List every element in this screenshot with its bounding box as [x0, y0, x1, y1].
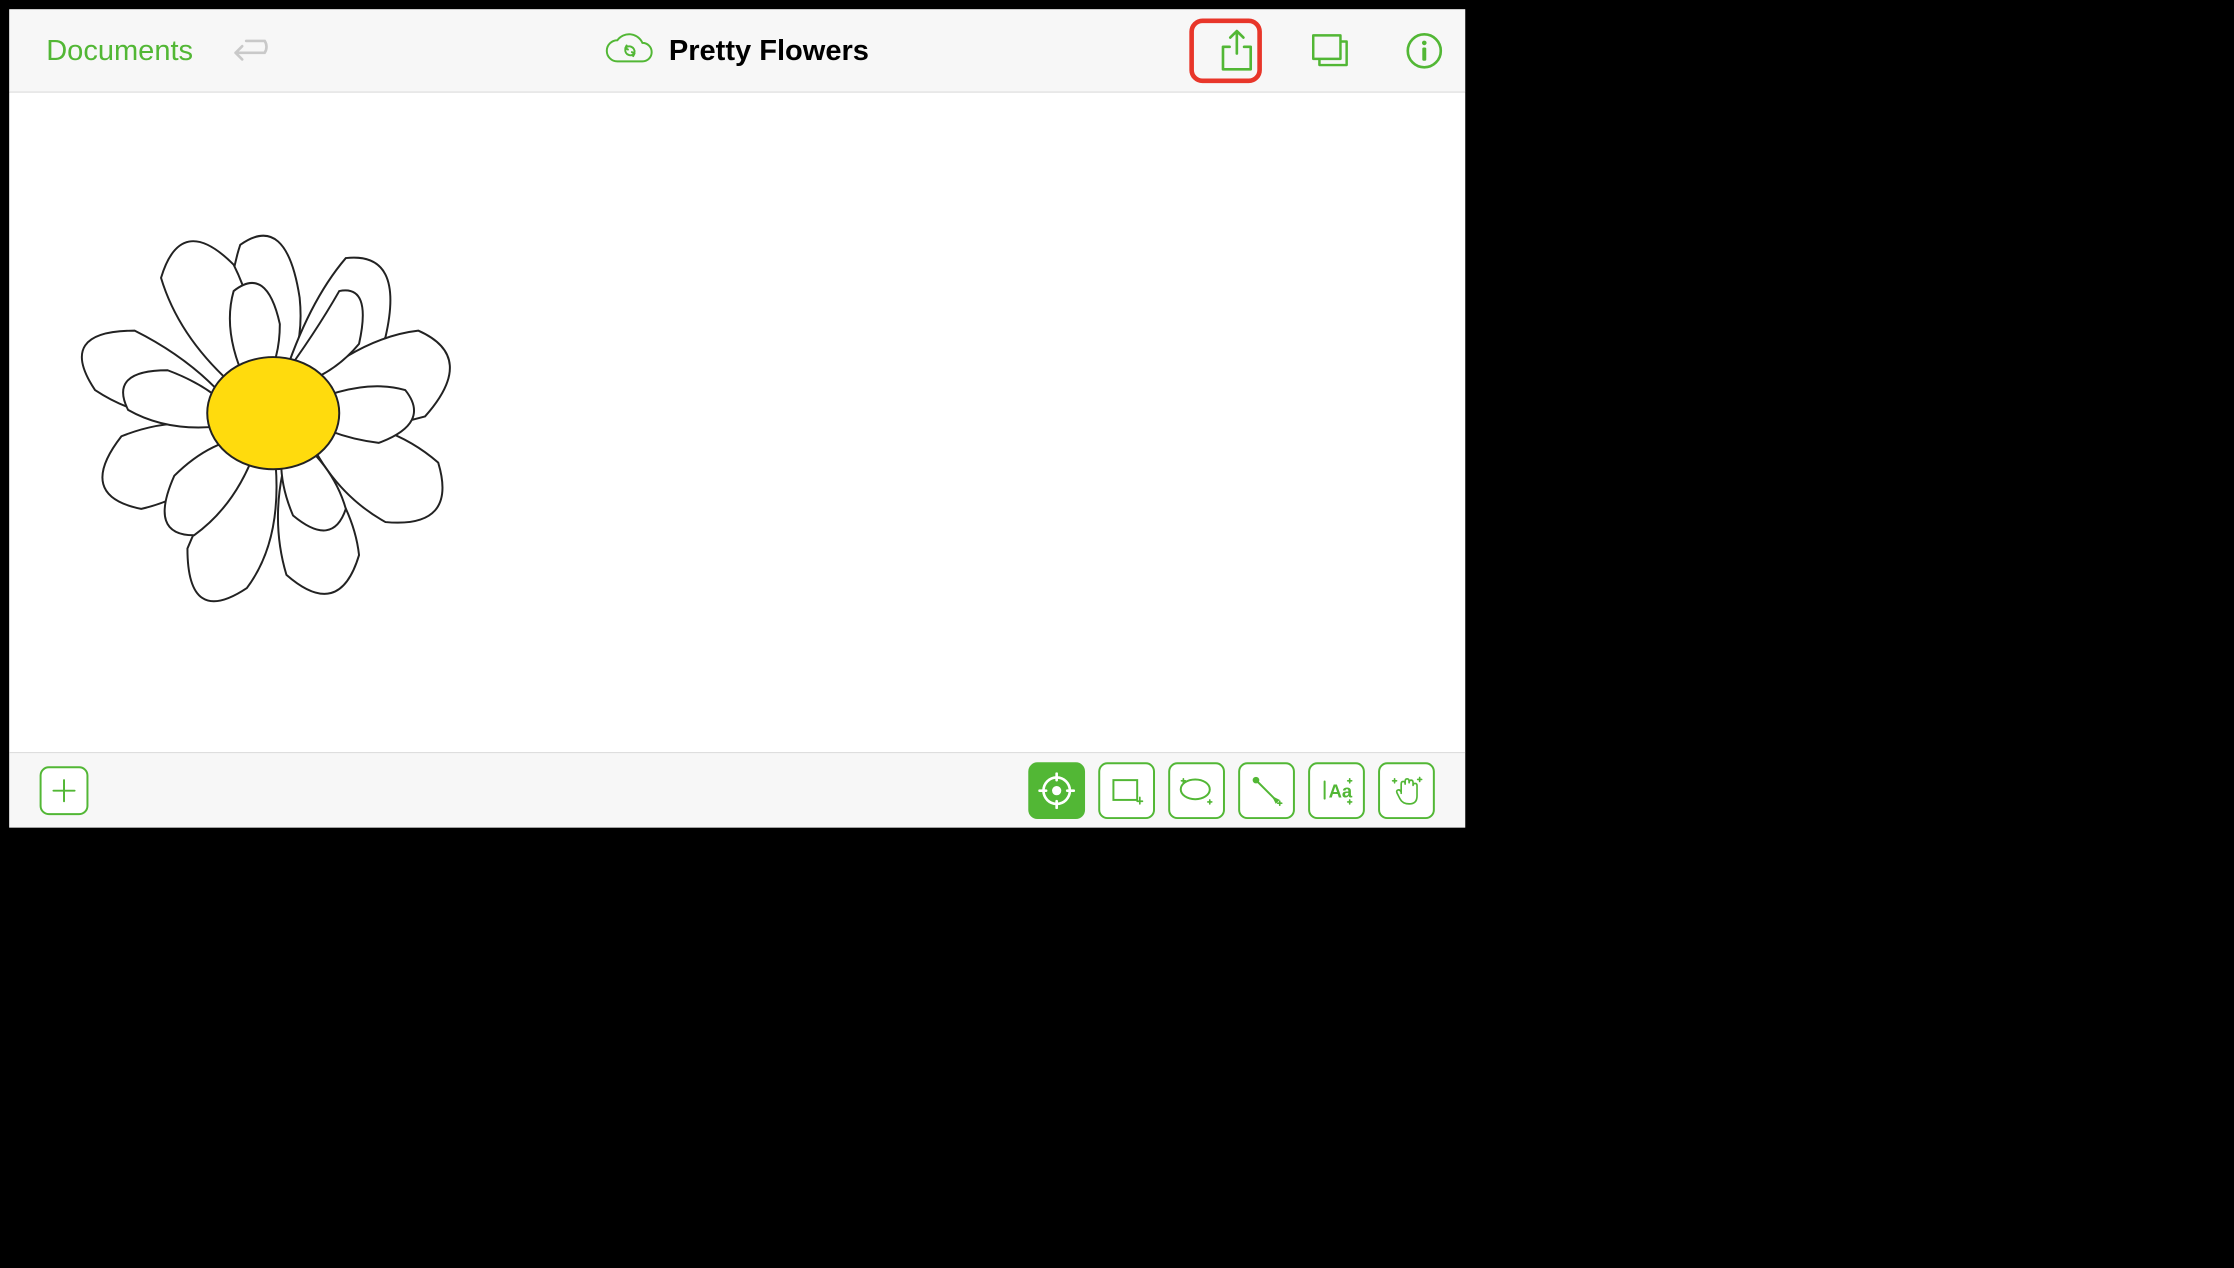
bottom-toolbar: Aa: [9, 752, 1465, 827]
line-tool-button[interactable]: [1238, 762, 1295, 819]
rectangle-icon: [1108, 772, 1145, 809]
info-button[interactable]: [1404, 31, 1444, 71]
toolbar-right-group: [1217, 31, 1444, 71]
documents-button[interactable]: Documents: [46, 34, 193, 67]
share-button[interactable]: [1217, 31, 1257, 71]
line-icon: [1248, 772, 1285, 809]
crosshair-icon: [1038, 772, 1075, 809]
bottom-left-group: [40, 766, 89, 815]
flower-drawing[interactable]: [29, 179, 531, 658]
add-button[interactable]: [40, 766, 89, 815]
text-tool-button[interactable]: Aa: [1308, 762, 1365, 819]
ellipse-tool-button[interactable]: [1168, 762, 1225, 819]
share-icon: [1219, 28, 1255, 73]
hand-tool-button[interactable]: [1378, 762, 1435, 819]
cloud-sync-icon[interactable]: [605, 27, 653, 75]
info-icon: [1406, 32, 1443, 69]
plus-icon: [50, 776, 79, 805]
canvases-button[interactable]: [1311, 31, 1351, 71]
ellipse-icon: [1177, 772, 1217, 809]
target-tool-button[interactable]: [1028, 762, 1085, 819]
document-title[interactable]: Pretty Flowers: [669, 34, 869, 67]
canvas-area[interactable]: [9, 93, 1465, 752]
canvases-icon: [1311, 31, 1351, 69]
toolbar-center-group: Pretty Flowers: [605, 27, 868, 75]
bottom-right-group: Aa: [1028, 762, 1435, 819]
top-toolbar: Documents Pretty Flowers: [9, 9, 1465, 92]
app-frame: Documents Pretty Flowers: [0, 0, 1474, 837]
rectangle-tool-button[interactable]: [1098, 762, 1155, 819]
toolbar-left-group: Documents: [9, 34, 279, 67]
hand-icon: [1388, 772, 1425, 809]
text-icon: Aa: [1318, 772, 1355, 809]
undo-button[interactable]: [233, 34, 279, 67]
undo-icon: [233, 37, 279, 65]
